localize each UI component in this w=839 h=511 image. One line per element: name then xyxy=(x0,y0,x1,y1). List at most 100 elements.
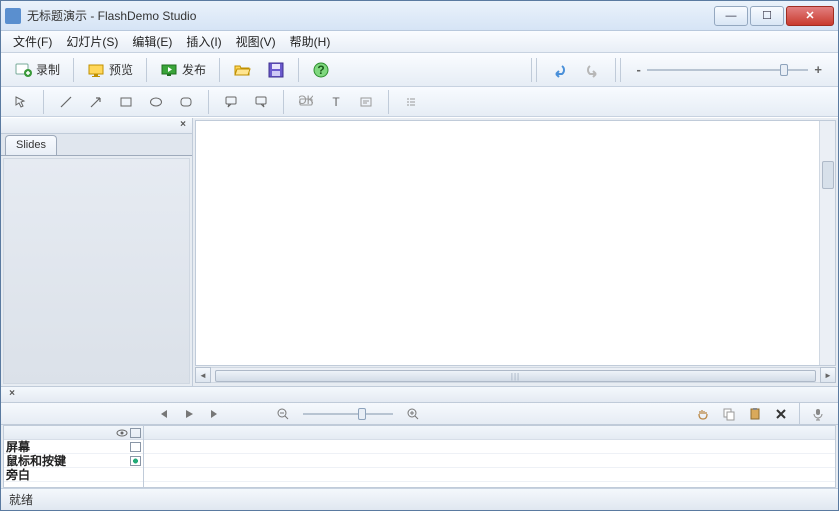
help-button[interactable]: ? xyxy=(305,56,337,84)
h-scroll-right[interactable]: ► xyxy=(820,367,836,383)
zoom-in-button[interactable] xyxy=(401,403,425,425)
zoom-minus-label[interactable]: - xyxy=(637,62,641,77)
menu-bar: 文件(F) 幻灯片(S) 编辑(E) 插入(I) 视图(V) 帮助(H) xyxy=(1,31,838,53)
undo-icon xyxy=(550,61,568,79)
grip[interactable] xyxy=(615,58,621,82)
open-button[interactable] xyxy=(226,56,258,84)
checkbox-checked-icon[interactable] xyxy=(130,456,141,466)
v-scroll-thumb[interactable] xyxy=(822,161,834,189)
tab-slides[interactable]: Slides xyxy=(5,135,57,155)
folder-open-icon xyxy=(233,61,251,79)
redo-icon xyxy=(584,61,602,79)
menu-help[interactable]: 帮助(H) xyxy=(284,31,337,52)
menu-insert[interactable]: 插入(I) xyxy=(180,31,227,52)
svg-text:OK: OK xyxy=(299,95,313,107)
grip[interactable] xyxy=(531,58,537,82)
checkbox-icon[interactable] xyxy=(130,442,141,452)
copy-button[interactable] xyxy=(717,403,741,425)
pointer-tool[interactable] xyxy=(9,91,33,113)
list-tool[interactable] xyxy=(399,91,423,113)
shapes-toolbar: OK T xyxy=(1,87,838,117)
redo-button[interactable] xyxy=(577,56,609,84)
track-mouse[interactable] xyxy=(144,454,835,468)
separator xyxy=(298,58,299,82)
titlebar[interactable]: 无标题演示 - FlashDemo Studio — ☐ ✕ xyxy=(1,1,838,31)
maximize-button[interactable]: ☐ xyxy=(750,6,784,26)
timeline-close[interactable]: × xyxy=(5,388,19,402)
zoom-thumb[interactable] xyxy=(780,64,788,76)
separator xyxy=(73,58,74,82)
separator xyxy=(219,58,220,82)
zoom-slider[interactable]: - + xyxy=(627,62,832,77)
publish-button[interactable]: 发布 xyxy=(153,56,213,84)
minimize-button[interactable]: — xyxy=(714,6,748,26)
eye-icon[interactable] xyxy=(116,428,128,438)
save-button[interactable] xyxy=(260,56,292,84)
menu-file[interactable]: 文件(F) xyxy=(7,31,58,52)
svg-text:T: T xyxy=(332,95,340,109)
main-toolbar: 录制 预览 发布 ? - + xyxy=(1,53,838,87)
vertical-scrollbar[interactable] xyxy=(819,121,835,365)
line-tool[interactable] xyxy=(54,91,78,113)
menu-view[interactable]: 视图(V) xyxy=(230,31,282,52)
timeline-tracks[interactable] xyxy=(144,426,835,487)
canvas[interactable] xyxy=(195,120,836,366)
lock-icon[interactable] xyxy=(130,428,141,438)
layer-narration[interactable]: 旁白 xyxy=(4,468,143,482)
hand-tool-icon[interactable] xyxy=(691,403,715,425)
zoom-plus-label[interactable]: + xyxy=(814,62,822,77)
horizontal-scrollbar[interactable]: ◄ ||| ► xyxy=(195,366,836,384)
separator xyxy=(799,402,800,426)
zoom-track[interactable] xyxy=(647,69,809,71)
mic-button[interactable] xyxy=(806,403,830,425)
button-tool[interactable]: OK xyxy=(294,91,318,113)
ellipse-tool[interactable] xyxy=(144,91,168,113)
h-scroll-left[interactable]: ◄ xyxy=(195,367,211,383)
rounded-rect-tool[interactable] xyxy=(174,91,198,113)
record-icon xyxy=(14,61,32,79)
zoom-out-button[interactable] xyxy=(271,403,295,425)
slides-tabs: Slides xyxy=(1,134,192,156)
record-label: 录制 xyxy=(36,61,60,78)
timeline-panel: × 屏幕 鼠标和按键 xyxy=(1,386,838,488)
timeline-zoom-thumb[interactable] xyxy=(358,408,366,420)
arrow-tool[interactable] xyxy=(84,91,108,113)
rectangle-tool[interactable] xyxy=(114,91,138,113)
first-frame-button[interactable] xyxy=(151,403,175,425)
undo-button[interactable] xyxy=(543,56,575,84)
publish-icon xyxy=(160,61,178,79)
timeline-grid: 屏幕 鼠标和按键 旁白 xyxy=(3,425,836,488)
publish-label: 发布 xyxy=(182,61,206,78)
timeline-layer-labels: 屏幕 鼠标和按键 旁白 xyxy=(4,426,144,487)
play-button[interactable] xyxy=(177,403,201,425)
text-tool[interactable]: T xyxy=(324,91,348,113)
textbox-tool[interactable] xyxy=(354,91,378,113)
slides-panel: × Slides xyxy=(1,118,193,386)
h-scroll-thumb[interactable]: ||| xyxy=(215,370,816,382)
callout-tool[interactable] xyxy=(219,91,243,113)
window-title: 无标题演示 - FlashDemo Studio xyxy=(27,7,714,24)
last-frame-button[interactable] xyxy=(203,403,227,425)
paste-button[interactable] xyxy=(743,403,767,425)
callout2-tool[interactable] xyxy=(249,91,273,113)
timeline-zoom-slider[interactable] xyxy=(303,413,393,415)
record-button[interactable]: 录制 xyxy=(7,56,67,84)
separator xyxy=(146,58,147,82)
track-narration[interactable] xyxy=(144,468,835,482)
separator xyxy=(208,90,209,114)
track-screen[interactable] xyxy=(144,440,835,454)
h-scroll-track[interactable]: ||| xyxy=(211,367,820,383)
preview-button[interactable]: 预览 xyxy=(80,56,140,84)
delete-button[interactable] xyxy=(769,403,793,425)
app-icon xyxy=(5,8,21,24)
timeline-ruler[interactable] xyxy=(144,426,835,440)
close-button[interactable]: ✕ xyxy=(786,6,834,26)
menu-slide[interactable]: 幻灯片(S) xyxy=(60,31,124,52)
canvas-area: ◄ ||| ► xyxy=(193,118,838,386)
main-area: × Slides ◄ ||| ► xyxy=(1,117,838,386)
timeline-header: × xyxy=(1,387,838,403)
svg-text:?: ? xyxy=(317,63,324,77)
slides-list[interactable] xyxy=(3,158,190,384)
menu-edit[interactable]: 编辑(E) xyxy=(126,31,178,52)
slides-panel-close[interactable]: × xyxy=(176,119,190,133)
